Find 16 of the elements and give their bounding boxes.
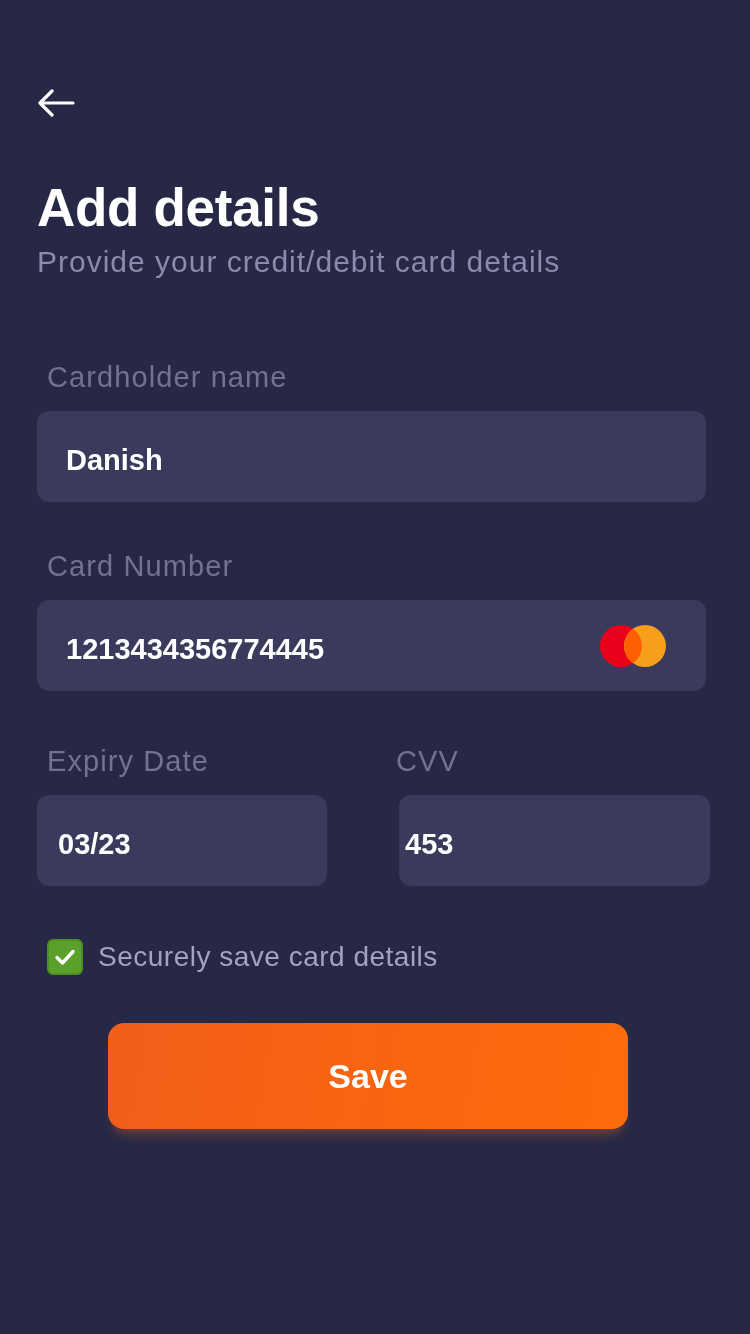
back-button[interactable] — [37, 89, 75, 117]
field-label: Expiry Date — [46, 744, 209, 778]
checkbox-label: Securely save card details — [98, 940, 438, 974]
page-subtitle: Provide your credit/debit card details — [37, 244, 561, 280]
checkbox[interactable] — [47, 939, 83, 975]
back-arrow-icon — [37, 89, 75, 117]
name-field[interactable]: Danish — [37, 411, 706, 502]
field-label: CVV — [395, 744, 459, 778]
checkmark-icon — [54, 948, 76, 966]
input-field[interactable]: 453 — [399, 795, 710, 886]
card-number-field[interactable]: 1213434356774445 — [37, 600, 706, 691]
card-brand-icon — [600, 624, 666, 667]
field-label: Card Number — [46, 549, 234, 583]
page-title: Add details — [37, 178, 320, 238]
input-field[interactable]: 03/23 — [37, 795, 327, 886]
field-label: Cardholder name — [46, 360, 288, 394]
